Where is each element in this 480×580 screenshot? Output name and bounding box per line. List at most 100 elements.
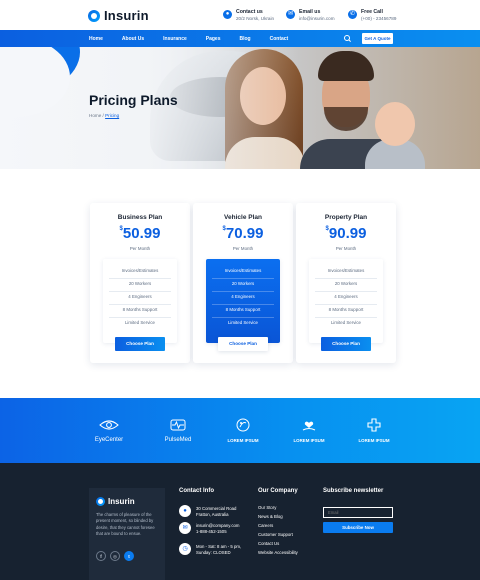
- nav-item-about[interactable]: About Us: [122, 36, 144, 42]
- contact-value[interactable]: (+00) - 23456789: [361, 16, 396, 22]
- choose-plan-button[interactable]: Choose Plan: [115, 337, 165, 351]
- logo-text: Insurin: [104, 8, 149, 23]
- footer-link-customer-support[interactable]: Customer Support: [258, 532, 293, 537]
- header-contact-address: ● Contact us 20/2 Norsk, Ukrain: [223, 9, 274, 22]
- footer-contact-address: ● 30 Commercial Road Fratton, Australia: [179, 505, 236, 519]
- contact-line: Sunday: CLOSED: [196, 550, 231, 556]
- feature-item: 20 Workers: [231, 281, 255, 286]
- footer-description: The charms of pleasure of the present mo…: [96, 512, 155, 537]
- nav-item-blog[interactable]: Blog: [240, 36, 251, 42]
- brand-name: LOREM IPSUM: [293, 438, 325, 443]
- nav-item-home[interactable]: Home: [89, 36, 103, 42]
- nav-item-contact[interactable]: Contact: [270, 36, 289, 42]
- price-currency: $: [119, 226, 123, 232]
- brand-logo: EyeCenter: [88, 418, 130, 443]
- brand-name: LOREM IPSUM: [358, 438, 390, 443]
- plan-features: Invoices/Estimates 20 Workers 4 Engineer…: [103, 259, 177, 343]
- brand-logo: PulseMed: [157, 418, 199, 443]
- feature-item: 8 Months Support: [225, 307, 261, 312]
- newsletter-email-input[interactable]: [323, 507, 393, 518]
- instagram-icon[interactable]: ◎: [110, 551, 120, 561]
- feature-item: Invoices/Estimates: [121, 268, 159, 273]
- brand-logo: LOREM IPSUM: [353, 418, 395, 443]
- brand-logos-band: EyeCenter PulseMed LOREM IPSUM LOREM IPS…: [0, 398, 480, 463]
- logo-icon: [96, 497, 105, 506]
- search-icon[interactable]: [344, 35, 351, 42]
- feature-item: Invoices/Estimates: [224, 268, 262, 273]
- logo[interactable]: Insurin: [88, 8, 149, 23]
- feature-item: 20 Workers: [128, 281, 152, 286]
- feature-item: Limited Service: [227, 320, 258, 325]
- subscribe-button[interactable]: Subscribe Now: [323, 522, 393, 533]
- footer-contact-hours: ◷ Mon - Sat: 8 am - 5 pm, Sunday: CLOSED: [179, 543, 241, 557]
- feature-item: Limited Service: [330, 320, 361, 325]
- plan-name: Vehicle Plan: [224, 214, 262, 221]
- contact-title: Contact us: [236, 9, 263, 15]
- pricing-card-property: Property Plan $90.99 Per Month Invoices/…: [296, 203, 396, 363]
- twitter-icon[interactable]: t: [124, 551, 134, 561]
- brand-name: PulseMed: [164, 437, 192, 443]
- price-amount: 70.99: [225, 225, 264, 242]
- page-hero: Pricing Plans Home / Pricing: [0, 47, 480, 169]
- plan-features: Invoices/Estimates 20 Workers 4 Engineer…: [309, 259, 383, 343]
- footer-link-our-story[interactable]: Our Story: [258, 505, 276, 510]
- cross-icon: [367, 418, 381, 432]
- plan-period: Per Month: [232, 246, 254, 251]
- footer-link-news-blog[interactable]: News & Blog: [258, 514, 283, 519]
- page-title: Pricing Plans: [89, 92, 178, 108]
- price-currency: $: [325, 226, 329, 232]
- footer-link-careers[interactable]: Careers: [258, 523, 273, 528]
- plan-name: Property Plan: [324, 214, 368, 221]
- price-amount: 90.99: [328, 225, 367, 242]
- breadcrumb-separator: /: [102, 113, 104, 118]
- price-amount: 50.99: [122, 225, 161, 242]
- contact-line[interactable]: 1-888-452-1505: [196, 529, 239, 535]
- location-icon: ●: [179, 505, 191, 517]
- price-currency: $: [222, 226, 226, 232]
- breadcrumb-current: Pricing: [105, 113, 120, 118]
- footer-link-accessibility[interactable]: Website Accessibility: [258, 550, 298, 555]
- nav-item-pages[interactable]: Pages: [206, 36, 221, 42]
- plan-price: $90.99: [296, 225, 396, 243]
- contact-title: Email us: [299, 9, 321, 15]
- location-icon: ●: [223, 10, 232, 19]
- footer-contact-email[interactable]: ✉ insurin@company.com 1-888-452-1505: [179, 522, 239, 536]
- brand-name: EyeCenter: [94, 437, 124, 443]
- brand-logo: LOREM IPSUM: [288, 418, 330, 443]
- top-header: Insurin ● Contact us 20/2 Norsk, Ukrain …: [0, 0, 480, 30]
- choose-plan-button[interactable]: Choose Plan: [321, 337, 371, 351]
- breadcrumb: Home / Pricing: [89, 113, 119, 118]
- feature-item: 8 Months Support: [122, 307, 158, 312]
- phone-icon: ✆: [348, 10, 357, 19]
- plan-name: Business Plan: [117, 214, 163, 221]
- nav-item-insurance[interactable]: Insurance: [163, 36, 187, 42]
- feature-item: 20 Workers: [334, 281, 358, 286]
- mail-icon: ✉: [286, 10, 295, 19]
- site-footer: Insurin The charms of pleasure of the pr…: [0, 463, 480, 580]
- choose-plan-button[interactable]: Choose Plan: [218, 337, 268, 351]
- breadcrumb-home[interactable]: Home: [89, 113, 101, 118]
- plan-features: Invoices/Estimates 20 Workers 4 Engineer…: [206, 259, 280, 343]
- feature-item: 8 Months Support: [328, 307, 364, 312]
- get-a-quote-button[interactable]: Get A Quote: [362, 33, 393, 44]
- pricing-card-business: Business Plan $50.99 Per Month Invoices/…: [90, 203, 190, 363]
- contact-value: 20/2 Norsk, Ukrain: [236, 16, 275, 21]
- feature-item: 4 Engineers: [334, 294, 358, 299]
- our-company-heading: Our Company: [258, 488, 298, 494]
- header-contact-email[interactable]: ✉ Email us info@insurin.com: [286, 9, 335, 22]
- facebook-icon[interactable]: f: [96, 551, 106, 561]
- footer-link-contact-us[interactable]: Contact Us: [258, 541, 279, 546]
- heart-hand-icon: [302, 421, 316, 431]
- plan-price: $50.99: [90, 225, 190, 243]
- newsletter-heading: Subscribe newsletter: [323, 488, 384, 494]
- contact-value[interactable]: info@insurin.com: [299, 16, 335, 22]
- plan-price: $70.99: [193, 225, 293, 243]
- footer-about-card: Insurin The charms of pleasure of the pr…: [89, 488, 165, 580]
- header-contact-phone[interactable]: ✆ Free Call (+00) - 23456789: [348, 9, 396, 22]
- pricing-card-vehicle: Vehicle Plan $70.99 Per Month Invoices/E…: [193, 203, 293, 363]
- footer-logo-text: Insurin: [108, 497, 135, 506]
- globe-icon: [236, 418, 250, 432]
- feature-item: 4 Engineers: [128, 294, 152, 299]
- footer-logo[interactable]: Insurin: [96, 497, 135, 506]
- brand-name: LOREM IPSUM: [227, 438, 259, 443]
